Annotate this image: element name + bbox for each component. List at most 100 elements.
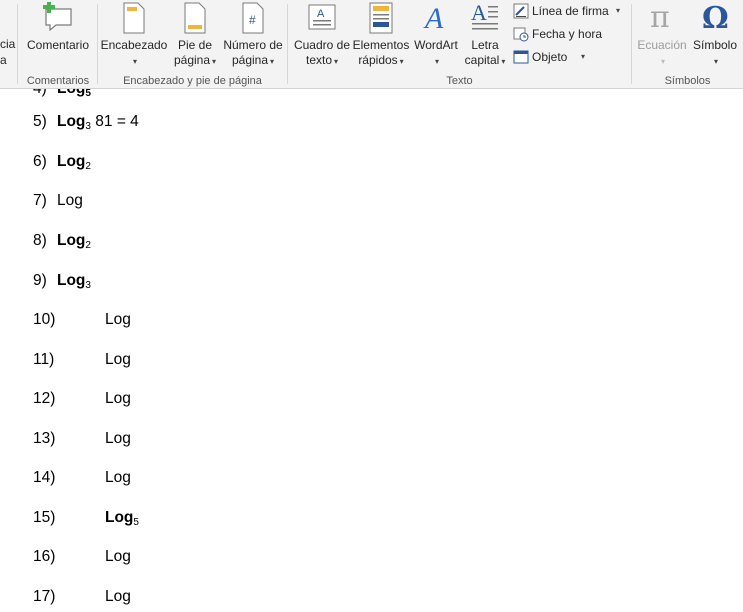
wordart-icon: A <box>421 0 451 38</box>
exercise-number: 10) <box>33 311 56 328</box>
log-text: Log <box>57 232 86 249</box>
chevron-down-icon: ▾ <box>660 57 665 66</box>
clipped-log: Log5 <box>57 89 91 99</box>
exercise-number: 16) <box>33 548 56 565</box>
log-text: Log <box>57 272 86 289</box>
chevron-down-icon: ▾ <box>616 6 621 15</box>
footer-page-icon <box>183 2 207 38</box>
exercise-expression: Log <box>105 309 131 331</box>
exercise-number: 8) <box>33 232 47 249</box>
exercise-number: 15) <box>33 509 56 526</box>
simbolos-group-label: Símbolos <box>664 75 711 87</box>
exercise-expression: Log <box>105 388 131 410</box>
exercise-line: 11) Log <box>33 349 131 371</box>
exercise-line: 13) Log <box>33 428 131 450</box>
exercise-expression: Log <box>105 546 131 568</box>
new-comment-icon <box>42 1 74 36</box>
elementos-label-line2-text: rápidos <box>358 53 398 67</box>
exercise-number: 12) <box>33 390 56 407</box>
wordart-button[interactable]: A WordArt ▾ <box>410 0 462 70</box>
exercise-expression: Log <box>57 190 83 212</box>
group-simbolos: π Ecuación ▾ Ω Símbolo ▾ Símbolos <box>632 0 743 89</box>
svg-text:π: π <box>650 0 670 34</box>
expression-rest: 81 = 4 <box>90 113 139 130</box>
svg-text:#: # <box>249 13 256 27</box>
exercise-number: 7) <box>33 192 47 209</box>
comentario-button[interactable]: Comentario <box>22 0 94 70</box>
exercise-number: 11) <box>33 351 55 368</box>
quick-parts-icon <box>368 2 394 38</box>
exercise-number: 9) <box>33 272 47 289</box>
chevron-down-icon: ▾ <box>270 57 275 66</box>
log-text: Log <box>105 588 131 605</box>
log-base: 5 <box>133 517 139 528</box>
pie-de-pagina-button[interactable]: Pie de página ▾ <box>170 0 220 70</box>
exercise-line: 16) Log <box>33 546 131 568</box>
date-time-icon <box>513 26 529 48</box>
document-page[interactable]: 4) Log5 5)Log3 81 = 46)Log27)Log8)Log29)… <box>0 89 743 612</box>
exercise-expression: Log <box>105 586 131 608</box>
cuadro-label-line2: texto ▾ <box>292 53 352 69</box>
log-text: Log <box>57 113 86 130</box>
objeto-label: Objeto <box>532 50 568 64</box>
chevron-down-icon: ▾ <box>713 57 718 66</box>
simbolo-button[interactable]: Ω Símbolo ▾ <box>690 0 740 70</box>
exercise-line: 6) Log2 <box>33 151 91 173</box>
letra-label-line1: Letra <box>471 38 499 52</box>
exercise-number: 14) <box>33 469 56 486</box>
numero-label-line2: página ▾ <box>220 53 286 69</box>
exercise-expression: Log5 <box>105 507 139 529</box>
log-text: Log <box>105 548 131 565</box>
pie-label-line2: página ▾ <box>170 53 220 69</box>
letra-label-line2: capital ▾ <box>462 53 508 69</box>
letra-capital-button[interactable]: A Letra capital ▾ <box>462 0 508 70</box>
log-text: Log <box>105 509 134 526</box>
partial-group-left: cia a <box>0 0 18 89</box>
cuadro-label-line2-text: texto <box>305 53 332 67</box>
numero-label-line1: Número de <box>223 38 283 52</box>
encabezado-button[interactable]: Encabezado ▾ <box>100 0 168 70</box>
chevron-down-icon: ▾ <box>212 57 217 66</box>
chevron-down-icon: ▾ <box>581 52 586 61</box>
group-comentarios: Comentario Comentarios <box>18 0 98 89</box>
elementos-rapidos-button[interactable]: Elementos rápidos ▾ <box>352 0 410 70</box>
log-text: Log <box>105 430 131 447</box>
log-text: Log <box>105 469 131 486</box>
header-footer-group-label: Encabezado y pie de página <box>123 75 262 87</box>
cuadro-de-texto-button[interactable]: A Cuadro de texto ▾ <box>292 0 352 70</box>
fecha-y-hora-label: Fecha y hora <box>532 27 603 41</box>
chevron-down-icon: ▾ <box>399 57 404 66</box>
clipped-number: 4) <box>33 89 47 100</box>
exercise-number: 13) <box>33 430 56 447</box>
svg-text:A: A <box>423 2 444 34</box>
elementos-label-line2: rápidos ▾ <box>352 53 410 69</box>
fecha-y-hora-button[interactable]: Fecha y hora <box>513 24 625 44</box>
chevron-down-icon: ▾ <box>501 57 506 66</box>
partial-label-line2: a <box>0 53 7 67</box>
texto-group-label: Texto <box>446 75 473 87</box>
exercise-expression: Log <box>105 428 131 450</box>
clipped-line-4: 4) Log5 <box>33 89 91 100</box>
exercise-number: 5) <box>33 113 47 130</box>
linea-de-firma-button[interactable]: Línea de firma ▾ <box>513 1 625 21</box>
comentario-label: Comentario <box>26 38 90 52</box>
elementos-label-line1: Elementos <box>352 38 410 52</box>
log-base: 3 <box>85 280 91 291</box>
exercise-expression: Log3 <box>57 270 91 292</box>
exercise-line: 15) Log5 <box>33 507 139 529</box>
log-text: Log <box>105 351 131 368</box>
insert-ribbon: cia a Comentario Comentarios Encabezado … <box>0 0 743 89</box>
log-text: Log <box>105 311 131 328</box>
exercise-number: 17) <box>33 588 56 605</box>
svg-text:A: A <box>471 2 487 25</box>
numero-de-pagina-button[interactable]: # Número de página ▾ <box>220 0 286 70</box>
ecuacion-button[interactable]: π Ecuación ▾ <box>634 0 690 70</box>
ecuacion-label: Ecuación <box>637 38 687 52</box>
log-base: 2 <box>85 161 91 172</box>
log-text: Log <box>57 153 86 170</box>
exercise-line: 14) Log <box>33 467 131 489</box>
objeto-button[interactable]: Objeto ▾ <box>513 47 625 67</box>
cuadro-label-line1: Cuadro de <box>293 38 351 52</box>
svg-text:Ω: Ω <box>702 1 729 34</box>
signature-line-icon <box>513 3 529 25</box>
